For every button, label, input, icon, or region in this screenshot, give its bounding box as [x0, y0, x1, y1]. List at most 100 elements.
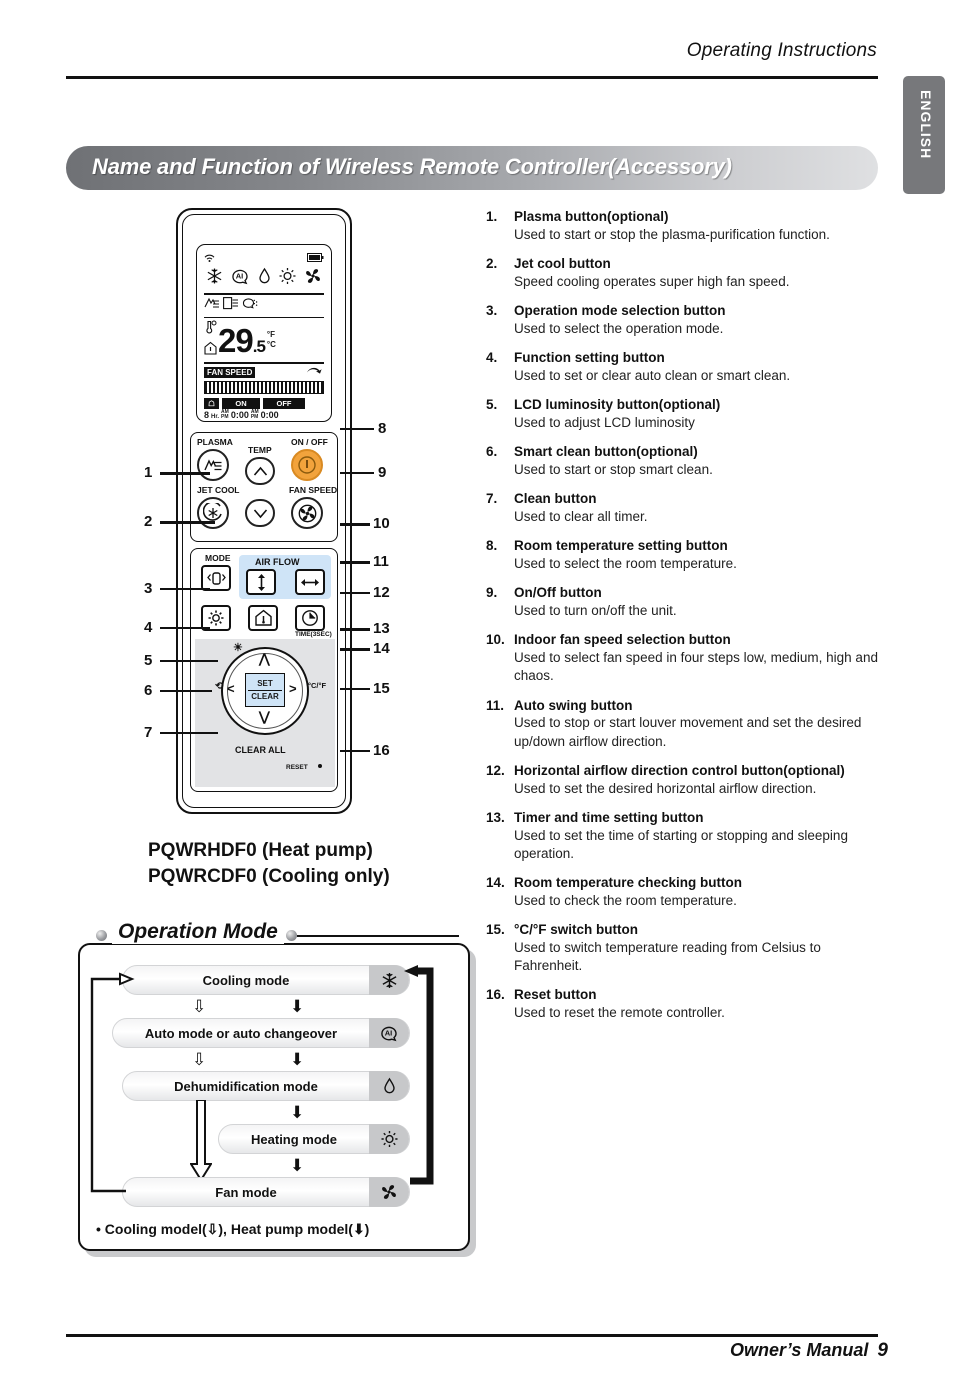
- function-item: 12. Horizontal airflow direction control …: [486, 762, 886, 798]
- function-item-description: Used to adjust LCD luminosity: [514, 414, 695, 430]
- nav-up-button[interactable]: ⋀: [259, 651, 270, 667]
- function-item: 15. °C/°F switch button Used to switch tem…: [486, 921, 886, 975]
- lcd-timer-section: ☖ ON OFF 8 Hr. AM PM 0:00 AM PM 0:00: [204, 397, 324, 420]
- function-item-description: Speed cooling operates super high fan sp…: [514, 273, 790, 289]
- function-item-title: Clean button: [514, 491, 597, 507]
- temp-label: TEMP: [248, 445, 272, 455]
- lcd-fan-speed-label: FAN SPEED: [204, 366, 256, 378]
- footer-rule: [66, 1334, 878, 1337]
- callout-12: 12: [373, 584, 390, 601]
- remote-controller-illustration: AI 29.5 °F °C FAN SPEED ☖ ON OFF 8 Hr. A…: [176, 208, 352, 814]
- lcd-divider-2: [204, 316, 324, 318]
- running-head: Operating Instructions: [686, 40, 877, 61]
- fan-speed-button[interactable]: [291, 497, 323, 529]
- mode-row-fan: Fan mode: [122, 1177, 410, 1207]
- mode-label-auto: Auto mode or auto changeover: [144, 1025, 338, 1041]
- callout-2: 2: [144, 513, 153, 530]
- operation-mode-note: • Cooling model(⇩), Heat pump model(⬇): [96, 1221, 370, 1237]
- header-rule: [66, 76, 878, 79]
- function-item-number: 11.: [486, 697, 505, 713]
- function-item: 8. Room temperature setting button Used to…: [486, 537, 886, 573]
- function-item-title: Room temperature checking button: [514, 875, 743, 891]
- fan-icon: [304, 267, 322, 290]
- callout-line-5: [160, 660, 218, 662]
- nav-right-button[interactable]: >: [289, 681, 297, 696]
- function-item-description: Used to set the desired horizontal airfl…: [514, 780, 817, 796]
- lcd-unit-fahrenheit: °F: [266, 330, 275, 339]
- arrow-solid-4: ⬇: [290, 1156, 305, 1175]
- function-item-number: 14.: [486, 875, 505, 891]
- lcd-temperature-decimal: .5: [252, 336, 266, 356]
- on-off-button[interactable]: [291, 449, 323, 481]
- callout-8: 8: [378, 420, 387, 437]
- callout-line-9: [340, 472, 374, 474]
- function-item: 4. Function setting button Used to set or …: [486, 349, 886, 385]
- home-icon: [204, 341, 217, 360]
- timer-button[interactable]: [295, 605, 325, 631]
- callout-16: 16: [373, 742, 390, 759]
- operation-mode-title-rule: [297, 935, 459, 937]
- function-item-title: On/Off button: [514, 585, 602, 601]
- function-item-heading: 12. Horizontal airflow direction control …: [486, 762, 886, 780]
- function-item: 5. LCD luminosity button(optional) Used to…: [486, 396, 886, 432]
- function-item-heading: 14. Room temperature checking button: [486, 874, 886, 892]
- lcd-temperature-value: 29.5: [218, 321, 266, 359]
- function-item: 10. Indoor fan speed selection button Used…: [486, 631, 886, 685]
- function-item-heading: 11. Auto swing button: [486, 697, 886, 715]
- auto-ai-icon: AI: [369, 1018, 409, 1048]
- function-item: 11. Auto swing button Used to stop or star…: [486, 697, 886, 751]
- svg-text:AI: AI: [385, 1029, 393, 1038]
- operation-mode-bullet-left: [96, 930, 107, 941]
- page-title: Name and Function of Wireless Remote Con…: [92, 154, 732, 179]
- lcd-luminosity-icon: ☀: [233, 642, 243, 654]
- plasma-button[interactable]: [197, 449, 229, 481]
- swing-arrow-icon: [306, 363, 324, 381]
- remote-upper-button-section: PLASMA JET COOL TEMP ON / OFF FAN SPEED: [190, 432, 338, 542]
- function-item-number: 5.: [486, 397, 498, 413]
- jet-cool-button[interactable]: [197, 497, 229, 529]
- function-item-title: Auto swing button: [514, 697, 633, 713]
- clear-all-label: CLEAR ALL: [235, 745, 286, 755]
- function-list: 1. Plasma button(optional) Used to start o…: [486, 208, 886, 1033]
- function-item-description: Used to set the time of starting or stop…: [514, 827, 848, 861]
- reset-button[interactable]: [318, 764, 322, 768]
- auto-swing-button[interactable]: [246, 569, 276, 595]
- mode-row-dehumid: Dehumidification mode: [122, 1071, 410, 1101]
- function-item: 9. On/Off button Used to turn on/off the u…: [486, 584, 886, 620]
- nav-down-button[interactable]: ⋁: [259, 709, 270, 725]
- temp-down-button[interactable]: [245, 499, 275, 527]
- function-item-number: 3.: [486, 303, 498, 319]
- callout-line-12: [340, 592, 370, 594]
- room-temp-check-button[interactable]: [248, 605, 278, 631]
- function-item-heading: 10. Indoor fan speed selection button: [486, 631, 886, 649]
- function-item-description: Used to select the operation mode.: [514, 320, 724, 336]
- function-item-number: 8.: [486, 538, 498, 554]
- horizontal-airflow-button[interactable]: [295, 569, 325, 595]
- set-clear-button[interactable]: SET CLEAR: [245, 673, 285, 707]
- thermometer-icon: [204, 320, 217, 339]
- function-item-heading: 4. Function setting button: [486, 349, 886, 367]
- function-item: 7. Clean button Used to clear all timer.: [486, 490, 886, 526]
- function-item-title: Timer and time setting button: [514, 809, 704, 825]
- arrow-solid-1: ⬇: [290, 997, 305, 1016]
- footer: Owner’s Manual 9: [730, 1340, 888, 1362]
- temp-up-button[interactable]: [245, 457, 275, 485]
- arrow-solid-3: ⬇: [290, 1103, 305, 1122]
- callout-line-11: [340, 561, 370, 564]
- sun-icon: [278, 267, 297, 290]
- arrow-hollow-2: ⇩: [192, 1050, 207, 1069]
- svg-text:AI: AI: [236, 271, 244, 280]
- function-item-number: 4.: [486, 350, 498, 366]
- model-numbers: PQWRHDF0 (Heat pump) PQWRCDF0 (Cooling o…: [148, 838, 478, 890]
- function-item-description: Used to stop or start louver movement an…: [514, 715, 862, 749]
- callout-line-2: [160, 521, 215, 524]
- callout-line-6: [160, 690, 212, 692]
- language-tab-label: ENGLISH: [918, 90, 934, 160]
- signal-icon: [204, 249, 215, 267]
- function-item-heading: 3. Operation mode selection button: [486, 302, 886, 320]
- function-item-title: Horizontal airflow direction control but…: [514, 762, 845, 778]
- function-item-number: 10.: [486, 632, 505, 648]
- callout-line-7: [160, 732, 218, 734]
- nav-left-button[interactable]: <: [227, 681, 235, 696]
- lcd-unit-celsius: °C: [266, 340, 276, 349]
